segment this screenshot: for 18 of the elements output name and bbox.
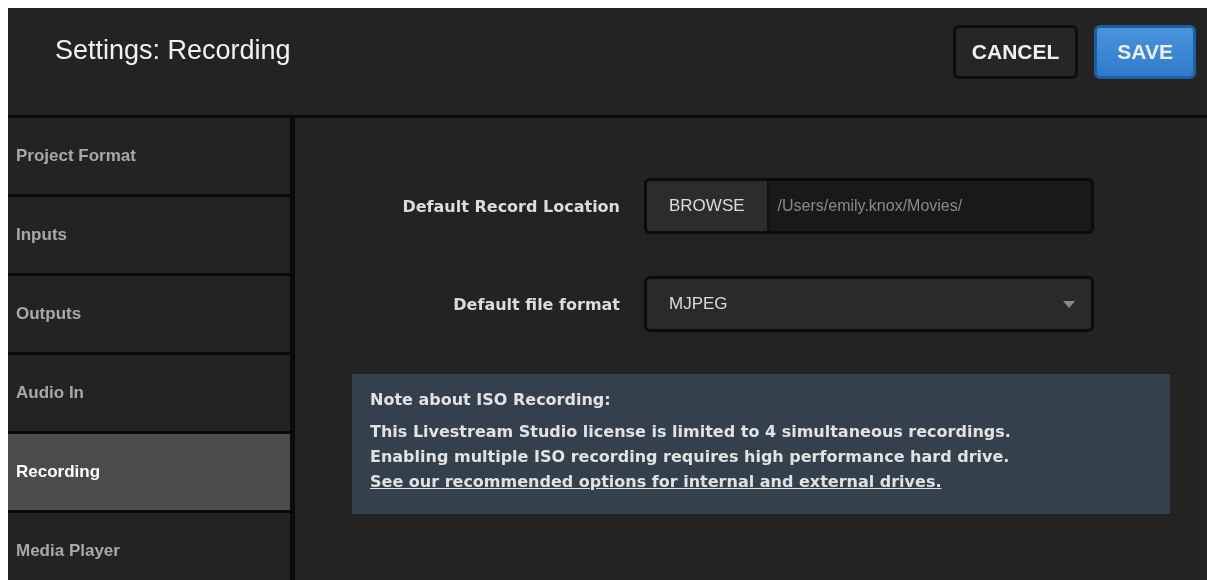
field-label: Default Record Location — [401, 196, 621, 216]
format-dropdown[interactable]: MJPEG — [644, 276, 1094, 332]
note-text: This Livestream Studio license is limited to 4 simultaneous recordings. Enabling multiple ISO recording requires high performance hard drive. See our recommended options for internal and external drives. — [370, 421, 1012, 493]
cancel-button[interactable]: CANCEL — [952, 24, 1079, 79]
sidebar-item[interactable]: Media Player — [8, 513, 290, 580]
sidebar-item[interactable]: Project Format — [8, 118, 290, 197]
sidebar-item[interactable]: Recording — [8, 434, 290, 513]
sidebar-item[interactable]: Inputs — [8, 197, 290, 276]
recommended-drives-link[interactable]: See our recommended options for internal and external drives. — [370, 472, 942, 491]
note-title: Note about ISO Recording: — [370, 390, 612, 409]
caret-icon — [1063, 300, 1075, 308]
path-value: /Users/emily.knox/Movies/ — [776, 197, 963, 215]
window-title: Settings: Recording — [55, 35, 291, 66]
field-label: Default file format — [452, 294, 621, 314]
dropdown-value: MJPEG — [669, 294, 728, 314]
sidebar-item[interactable]: Outputs — [8, 276, 290, 355]
browse-button[interactable]: BROWSE — [647, 181, 769, 231]
path-field[interactable]: BROWSE /Users/emily.knox/Movies/ — [644, 178, 1094, 234]
